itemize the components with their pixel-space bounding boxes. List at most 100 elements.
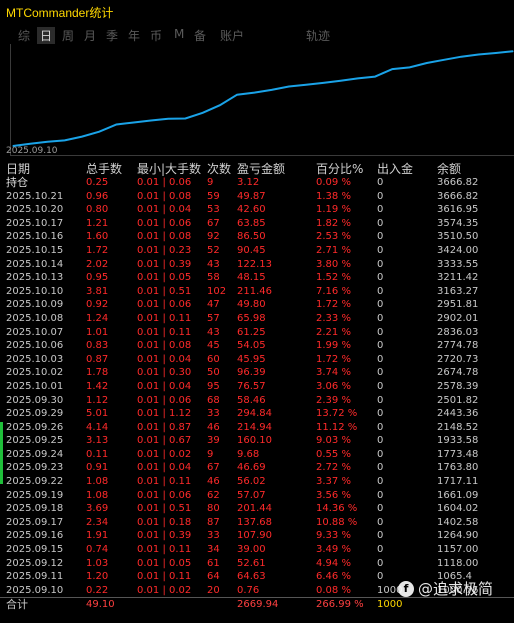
table-row[interactable]: 2025.09.16 1.91 0.01 | 0.39 33 107.90 9.33 % 0… [0,529,514,543]
table-row[interactable]: 2025.10.15 1.72 0.01 | 0.23 52 90.45 2.71 % 0 3… [0,244,514,258]
cell-io: 0 [377,353,384,365]
cell-lots: 1.01 [86,326,109,338]
cell-count: 50 [207,367,220,379]
cell-pct: 1.72 % [316,353,351,365]
cell-lots: 1.78 [86,367,109,379]
table-row[interactable]: 2025.10.03 0.87 0.01 | 0.04 60 45.95 1.72 % 0 2… [0,353,514,367]
cell-count: 64 [207,571,220,583]
cell-lots: 3.81 [86,285,109,297]
table-row[interactable]: 2025.09.24 0.11 0.01 | 0.02 9 9.68 0.55 % 0 177… [0,448,514,462]
stats-table: 持仓 0.25 0.01 | 0.06 9 3.12 0.09 % 0 3666… [0,176,514,612]
cell-pct: 7.16 % [316,285,351,297]
cell-balance: 1157.00 [437,544,479,556]
table-row[interactable]: 2025.10.10 3.81 0.01 | 0.51 102 211.46 7.16 %… [0,285,514,299]
tab-track[interactable]: 轨迹 [306,27,330,44]
table-row[interactable]: 2025.09.23 0.91 0.01 | 0.04 67 46.69 2.72 % 0 1… [0,461,514,475]
cell-pct: 3.56 % [316,489,351,501]
cell-io: 0 [377,408,384,420]
cell-balance: 2501.82 [437,394,479,406]
cell-date: 2025.10.10 [6,285,64,297]
cell-date: 2025.09.11 [6,571,64,583]
cell-range: 0.01 | 0.06 [137,394,192,406]
chart-start-date: 2025.09.10 [6,146,58,156]
cell-pct: 3.80 % [316,258,351,270]
cell-pct: 6.46 % [316,571,351,583]
table-row[interactable]: 2025.10.17 1.21 0.01 | 0.06 67 63.85 1.82 % 0 3… [0,217,514,231]
cell-count: 9 [207,448,214,460]
cell-range: 0.01 | 0.04 [137,353,192,365]
cell-lots: 0.74 [86,544,109,556]
cell-pl: 49.87 [237,190,266,202]
cell-balance: 2720.73 [437,353,479,365]
cell-pct: 1.19 % [316,204,351,216]
cell-io: 0 [377,367,384,379]
table-row[interactable]: 2025.09.19 1.08 0.01 | 0.06 62 57.07 3.56 % 0 1… [0,489,514,503]
cell-io: 0 [377,530,384,542]
tab-weekly[interactable]: 周 [62,27,74,44]
cell-count: 58 [207,272,220,284]
table-row[interactable]: 2025.10.20 0.80 0.01 | 0.04 53 42.60 1.19 % 0 3… [0,203,514,217]
tab-notes[interactable]: 备 [194,27,206,44]
tab-m[interactable]: M [174,27,184,41]
table-row[interactable]: 2025.10.09 0.92 0.01 | 0.06 47 49.80 1.72 % 0 2… [0,298,514,312]
total-io: 1000 [377,599,403,611]
table-row[interactable]: 2025.10.13 0.95 0.01 | 0.05 58 48.15 1.52 % 0 3… [0,271,514,285]
tab-yearly[interactable]: 年 [128,27,140,44]
cell-pl: 52.61 [237,557,266,569]
tab-summary[interactable]: 综 [18,27,30,44]
equity-point [460,56,462,58]
tab-quarterly[interactable]: 季 [106,27,118,44]
tab-daily[interactable]: 日 [37,27,56,44]
equity-point [167,118,169,120]
table-row[interactable]: 2025.09.25 3.13 0.01 | 0.67 39 160.10 9.03 % 0… [0,434,514,448]
cell-pct: 3.49 % [316,544,351,556]
cell-balance: 3163.27 [437,285,479,297]
cell-count: 80 [207,503,220,515]
cell-balance: 2951.81 [437,299,479,311]
cell-date: 2025.10.13 [6,272,64,284]
table-row[interactable]: 2025.09.22 1.08 0.01 | 0.11 46 56.02 3.37 % 0 1… [0,475,514,489]
table-row[interactable]: 2025.09.12 1.03 0.01 | 0.05 61 52.61 4.94 % 0 1… [0,557,514,571]
equity-chart-svg [12,50,514,147]
cell-range: 0.01 | 0.67 [137,435,192,447]
cell-pl: 214.94 [237,421,272,433]
cell-date: 2025.10.07 [6,326,64,338]
table-row[interactable]: 2025.10.16 1.60 0.01 | 0.08 92 86.50 2.53 % 0 3… [0,230,514,244]
tab-account[interactable]: 账户 [220,27,244,44]
cell-date: 2025.10.16 [6,231,64,243]
cell-balance: 3666.82 [437,177,479,188]
table-row[interactable]: 2025.10.07 1.01 0.01 | 0.11 43 61.25 2.21 % 0 2… [0,326,514,340]
table-row[interactable]: 2025.09.17 2.34 0.01 | 0.18 87 137.68 10.88 %… [0,516,514,530]
table-row[interactable]: 2025.09.26 4.14 0.01 | 0.87 46 214.94 11.12 %… [0,421,514,435]
cell-pct: 3.74 % [316,367,351,379]
table-row[interactable]: 2025.09.30 1.12 0.01 | 0.06 68 58.46 2.39 % 0 2… [0,394,514,408]
tab-currency[interactable]: 币 [150,27,162,44]
table-row[interactable]: 2025.10.02 1.78 0.01 | 0.30 50 96.39 3.74 % 0 2… [0,366,514,380]
cell-balance: 3666.82 [437,190,479,202]
cell-date: 2025.10.08 [6,312,64,324]
table-row[interactable]: 2025.10.01 1.42 0.01 | 0.04 95 76.57 3.06 % 0 2… [0,380,514,394]
cell-lots: 4.14 [86,421,109,433]
cell-lots: 2.02 [86,258,109,270]
equity-point [64,139,66,141]
cell-pl: 90.45 [237,244,266,256]
table-row[interactable]: 2025.10.06 0.83 0.01 | 0.08 45 54.05 1.99 % 0 2… [0,339,514,353]
cell-pct: 0.09 % [316,177,351,188]
cell-balance: 1933.58 [437,435,479,447]
table-row[interactable]: 2025.09.29 5.01 0.01 | 1.12 33 294.84 13.72 %… [0,407,514,421]
tab-monthly[interactable]: 月 [84,27,96,44]
table-row[interactable]: 2025.10.14 2.02 0.01 | 0.39 43 122.13 3.80 % 0… [0,258,514,272]
cell-count: 62 [207,489,220,501]
holding-row[interactable]: 持仓 0.25 0.01 | 0.06 9 3.12 0.09 % 0 3666… [0,176,514,190]
table-row[interactable]: 2025.10.21 0.96 0.01 | 0.08 59 49.87 1.38 % 0 3… [0,190,514,204]
header-lots: 总手数 [86,162,123,176]
cell-pct: 1.52 % [316,272,351,284]
table-row[interactable]: 2025.10.08 1.24 0.01 | 0.11 57 65.98 2.33 % 0 2… [0,312,514,326]
cell-pl: 65.98 [237,312,266,324]
table-row[interactable]: 2025.09.18 3.69 0.01 | 0.51 80 201.44 14.36 %… [0,502,514,516]
cell-balance: 2836.03 [437,326,479,338]
cell-count: 33 [207,530,220,542]
cell-io: 0 [377,244,384,256]
table-row[interactable]: 2025.09.15 0.74 0.01 | 0.11 34 39.00 3.49 % 0 1… [0,543,514,557]
cell-lots: 2.34 [86,516,109,528]
